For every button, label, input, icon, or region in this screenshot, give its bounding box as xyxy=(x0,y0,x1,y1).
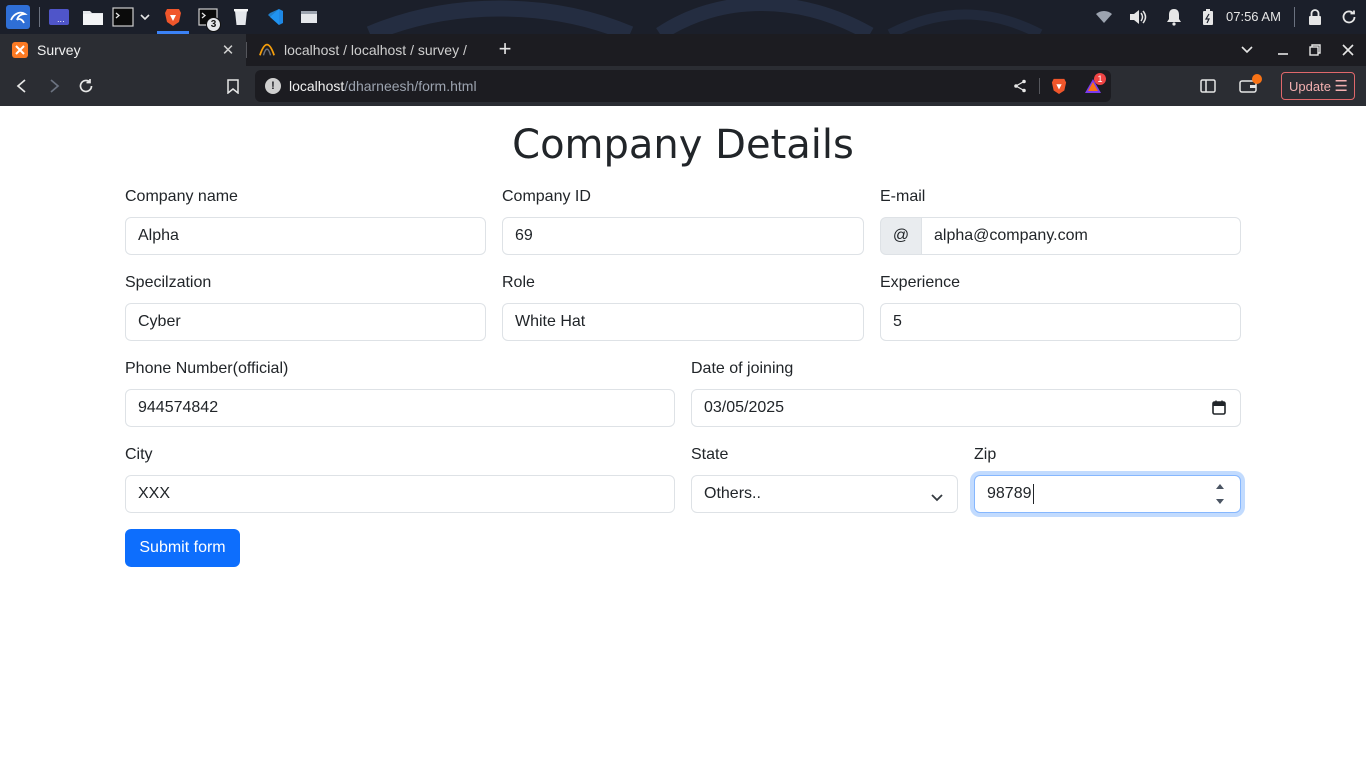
company-id-label: Company ID xyxy=(502,188,591,205)
lock-icon[interactable] xyxy=(1303,5,1327,29)
state-select[interactable]: Others.. xyxy=(691,475,958,513)
page-content: Company Details Company name Alpha Compa… xyxy=(0,106,1366,768)
url-host: localhost xyxy=(289,78,345,94)
url-text[interactable]: localhost/dharneesh/form.html xyxy=(289,78,477,94)
specialization-value: Cyber xyxy=(138,313,181,330)
doj-label: Date of joining xyxy=(691,360,794,377)
urlbar-separator xyxy=(1039,78,1040,94)
volume-icon[interactable] xyxy=(1126,5,1150,29)
back-button[interactable] xyxy=(11,75,33,97)
bookmark-icon[interactable] xyxy=(222,75,244,97)
spin-down-icon[interactable] xyxy=(1215,498,1225,505)
clock[interactable]: 07:56 AM xyxy=(1226,9,1281,24)
close-window-icon[interactable] xyxy=(1338,40,1358,60)
vscode-icon[interactable] xyxy=(263,5,287,29)
brave-icon[interactable] xyxy=(161,5,185,29)
page-title: Company Details xyxy=(512,122,854,168)
brave-shields-icon[interactable] xyxy=(1048,75,1070,97)
phone-input[interactable]: 944574842 xyxy=(125,389,675,427)
url-path: /dharneesh/form.html xyxy=(344,78,477,94)
wifi-icon[interactable] xyxy=(1092,5,1116,29)
kali-menu-icon[interactable] xyxy=(6,5,30,29)
spin-up-icon[interactable] xyxy=(1215,483,1225,490)
battery-icon xyxy=(1196,5,1220,29)
email-label: E-mail xyxy=(880,188,926,205)
tab-list-chevron-icon[interactable] xyxy=(1237,40,1257,60)
share-icon[interactable] xyxy=(1009,75,1031,97)
calendar-icon[interactable] xyxy=(1212,400,1226,420)
tab-title: Survey xyxy=(37,42,81,58)
window-icon[interactable] xyxy=(297,5,321,29)
company-id-input[interactable]: 69 xyxy=(502,217,864,255)
tab-phpmyadmin[interactable]: localhost / localhost / survey / xyxy=(247,34,475,66)
taskbar-separator xyxy=(39,7,40,27)
company-name-input[interactable]: Alpha xyxy=(125,217,486,255)
city-label: City xyxy=(125,446,153,463)
update-button[interactable]: Update ☰ xyxy=(1281,72,1355,100)
terminal-icon[interactable] xyxy=(111,5,135,29)
company-name-value: Alpha xyxy=(138,227,179,244)
doj-value: 03/05/2025 xyxy=(704,399,785,416)
company-name-label: Company name xyxy=(125,188,238,205)
phone-label: Phone Number(official) xyxy=(125,360,289,377)
zip-label: Zip xyxy=(974,446,997,463)
minimize-icon[interactable] xyxy=(1273,40,1293,60)
bell-icon[interactable] xyxy=(1162,5,1186,29)
state-label: State xyxy=(691,446,729,463)
specialization-input[interactable]: Cyber xyxy=(125,303,486,341)
phpmyadmin-icon xyxy=(259,42,275,58)
city-value: XXX xyxy=(138,485,171,502)
wallet-notification-dot xyxy=(1252,74,1262,84)
zip-input[interactable]: 98789 xyxy=(974,475,1241,513)
browser-toolbar: ! localhost/dharneesh/form.html 1 Update… xyxy=(0,66,1366,106)
svg-text:...: ... xyxy=(57,15,65,24)
phone-value: 944574842 xyxy=(138,399,219,416)
sidebar-toggle-icon[interactable] xyxy=(1197,75,1219,97)
site-info-icon[interactable]: ! xyxy=(265,78,281,94)
file-manager-icon[interactable] xyxy=(81,5,105,29)
company-id-value: 69 xyxy=(515,227,533,244)
experience-input[interactable]: 5 xyxy=(880,303,1241,341)
tab-title: localhost / localhost / survey / xyxy=(284,42,467,58)
refresh-icon[interactable] xyxy=(1337,5,1361,29)
browser-tab-strip: Survey ✕ localhost / localhost / survey … xyxy=(0,34,1366,66)
state-value: Others.. xyxy=(704,485,761,502)
experience-label: Experience xyxy=(880,274,961,291)
rewards-badge: 1 xyxy=(1094,73,1106,85)
tab-survey[interactable]: Survey ✕ xyxy=(0,34,246,66)
specialization-label: Specilzation xyxy=(125,274,212,291)
address-bar[interactable]: ! localhost/dharneesh/form.html 1 xyxy=(255,70,1111,102)
window-count-badge: 3 xyxy=(206,17,221,32)
email-input[interactable]: alpha@company.com xyxy=(921,217,1241,255)
role-label: Role xyxy=(502,274,535,291)
new-tab-button[interactable]: + xyxy=(494,38,516,61)
experience-value: 5 xyxy=(893,313,902,330)
wallpaper-dragon-art xyxy=(366,0,1043,34)
menu-icon[interactable]: ☰ xyxy=(1335,77,1348,95)
doj-input[interactable]: 03/05/2025 xyxy=(691,389,1241,427)
xampp-icon xyxy=(12,42,28,58)
number-spinner[interactable] xyxy=(1214,483,1226,505)
os-taskbar: ... 3 07:56 AM xyxy=(0,0,1366,34)
city-input[interactable]: XXX xyxy=(125,475,675,513)
email-value: alpha@company.com xyxy=(934,227,1088,244)
reload-button[interactable] xyxy=(75,75,97,97)
email-at-addon: @ xyxy=(880,217,922,255)
taskbar-separator xyxy=(1294,7,1295,27)
text-cursor xyxy=(1032,484,1034,504)
role-input[interactable]: White Hat xyxy=(502,303,864,341)
bin-icon[interactable] xyxy=(229,5,253,29)
zip-value: 98789 xyxy=(987,485,1032,502)
role-value: White Hat xyxy=(515,313,586,330)
close-tab-icon[interactable]: ✕ xyxy=(218,41,238,59)
chevron-down-icon[interactable] xyxy=(136,5,154,29)
update-label: Update xyxy=(1289,78,1331,94)
submit-button[interactable]: Submit form xyxy=(125,529,240,567)
chevron-down-icon xyxy=(931,489,943,507)
workspace-icon[interactable]: ... xyxy=(47,5,71,29)
restore-icon[interactable] xyxy=(1305,40,1325,60)
forward-button[interactable] xyxy=(43,75,65,97)
